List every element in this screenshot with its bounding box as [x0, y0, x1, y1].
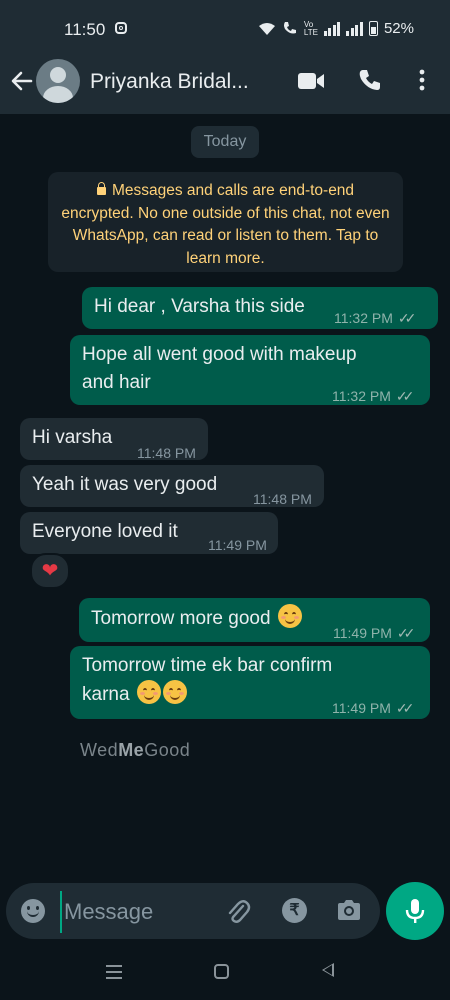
emoji-picker-icon[interactable]	[21, 899, 45, 923]
wifi-call-icon	[283, 22, 296, 34]
message-bubble-incoming[interactable]: Yeah it was very good 11:48 PM	[20, 465, 324, 507]
read-ticks-icon: ✓✓	[396, 625, 416, 641]
camera-icon[interactable]	[336, 898, 362, 922]
recent-apps-icon[interactable]	[106, 965, 122, 979]
paperclip-attach-icon[interactable]	[225, 897, 251, 925]
watermark-bold: Me	[118, 740, 145, 760]
message-time: 11:48 PM	[137, 445, 196, 461]
instagram-notification-icon	[115, 22, 127, 34]
message-time: 11:49 PM	[208, 537, 267, 553]
message-line: and hair	[82, 372, 151, 393]
message-bubble-outgoing[interactable]: Tomorrow more good 11:49 PM ✓✓	[79, 598, 430, 642]
message-bubble-outgoing[interactable]: Hi dear , Varsha this side 11:32 PM ✓✓	[82, 287, 438, 329]
video-call-icon[interactable]	[297, 70, 325, 92]
chat-area[interactable]: Today Messages and calls are end-to-end …	[0, 114, 450, 947]
message-time-text: 11:32 PM	[334, 310, 393, 326]
message-line: Hope all went good with makeup	[82, 344, 357, 365]
read-ticks-icon: ✓✓	[395, 700, 415, 716]
message-bubble-outgoing[interactable]: Hope all went good with makeup and hair 1…	[70, 335, 430, 405]
date-chip: Today	[191, 126, 259, 158]
chat-header: Priyanka Bridal...	[0, 58, 450, 114]
message-time: 11:32 PM ✓✓	[334, 304, 417, 332]
message-bubble-outgoing[interactable]: Tomorrow time ek bar confirm karna 11:49 …	[70, 646, 430, 719]
voice-message-mic-button[interactable]	[386, 882, 444, 940]
watermark-part: Wed	[80, 740, 119, 760]
back-arrow-icon[interactable]	[8, 68, 36, 96]
avatar-body	[43, 86, 73, 103]
message-text-content: Tomorrow more good	[91, 608, 271, 629]
system-navigation-bar	[0, 947, 450, 1000]
battery-percent: 52%	[383, 20, 414, 37]
battery-icon	[368, 21, 378, 36]
home-icon[interactable]	[214, 964, 229, 979]
smiling-face-emoji-icon	[277, 604, 302, 628]
status-time: 11:50	[64, 20, 106, 39]
message-text: Hope all went good with makeup and hair	[82, 341, 357, 397]
back-triangle-icon[interactable]	[322, 963, 334, 977]
voice-call-icon[interactable]	[358, 68, 382, 92]
watermark: WedMeGood	[80, 740, 190, 761]
message-text: Yeah it was very good	[32, 474, 218, 495]
message-bubble-incoming[interactable]: Hi varsha 11:48 PM	[20, 418, 208, 461]
message-text: Tomorrow time ek bar confirm karna	[82, 652, 332, 709]
message-composer: ₹	[6, 883, 380, 939]
message-time: 11:48 PM	[253, 491, 312, 507]
message-time: 11:49 PM ✓✓	[332, 694, 415, 722]
message-line: karna	[82, 684, 130, 705]
message-input[interactable]	[60, 891, 226, 933]
read-ticks-icon: ✓✓	[397, 310, 417, 326]
signal-icon-2	[346, 21, 363, 36]
message-time: 11:32 PM ✓✓	[332, 382, 415, 410]
avatar[interactable]	[36, 59, 80, 103]
watermark-part: Good	[144, 740, 191, 760]
status-indicators: Vo LTE 52%	[258, 20, 414, 37]
lock-icon	[96, 182, 106, 195]
smiling-face-emoji-icon	[162, 680, 187, 704]
message-time: 11:49 PM ✓✓	[333, 619, 416, 647]
payment-rupee-icon[interactable]: ₹	[282, 898, 307, 923]
message-line: Tomorrow time ek bar confirm	[82, 655, 333, 676]
status-bar: 11:50 Vo LTE 52%	[0, 0, 450, 58]
message-text: Hi varsha	[32, 427, 113, 448]
heart-reaction-icon[interactable]: ❤	[30, 553, 70, 589]
microphone-icon	[405, 899, 425, 923]
message-time-text: 11:49 PM	[332, 700, 391, 716]
message-text: Tomorrow more good	[91, 604, 302, 633]
avatar-head	[50, 67, 66, 83]
contact-name[interactable]: Priyanka Bridal...	[90, 70, 249, 94]
encryption-notice-text: Messages and calls are end-to-end encryp…	[61, 182, 390, 267]
smiling-face-emoji-icon	[136, 680, 161, 704]
volte-icon: Vo LTE	[303, 19, 318, 37]
encryption-notice[interactable]: Messages and calls are end-to-end encryp…	[48, 172, 403, 272]
message-time-text: 11:49 PM	[333, 625, 392, 641]
more-options-icon[interactable]	[411, 68, 433, 92]
message-time-text: 11:32 PM	[332, 388, 391, 404]
message-text: Hi dear , Varsha this side	[94, 296, 305, 317]
message-bubble-incoming[interactable]: Everyone loved it 11:49 PM	[20, 512, 278, 554]
signal-icon-1	[323, 21, 341, 36]
message-text: Everyone loved it	[32, 521, 178, 542]
read-ticks-icon: ✓✓	[395, 388, 415, 404]
wifi-icon	[258, 22, 275, 35]
